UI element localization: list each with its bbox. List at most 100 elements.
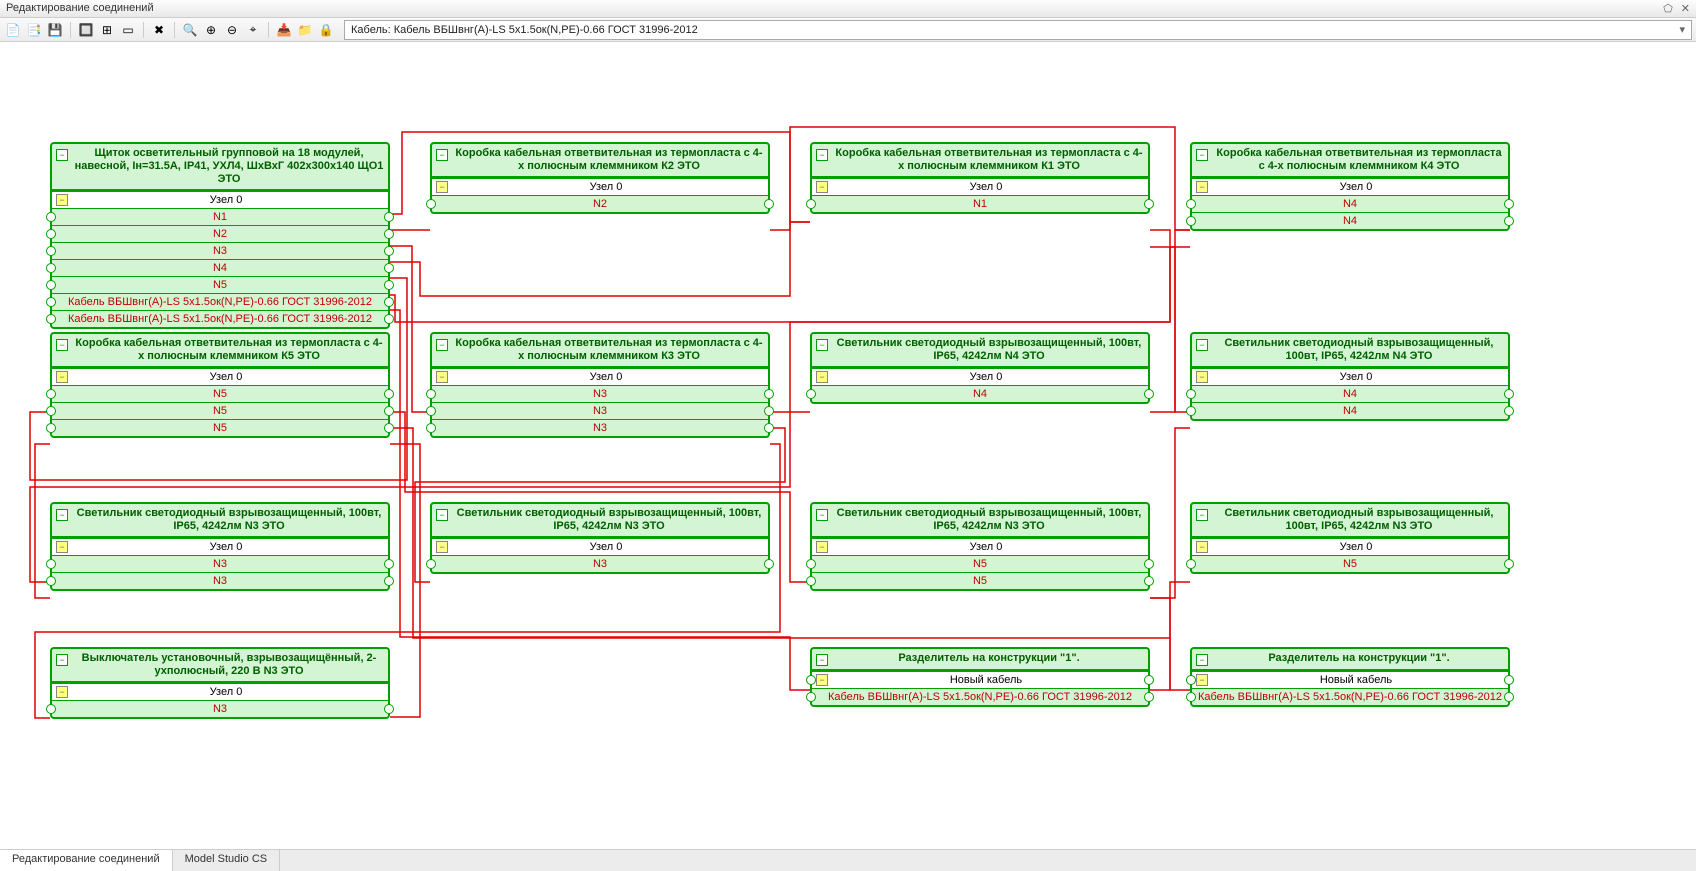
port[interactable] (1186, 675, 1196, 685)
port[interactable] (426, 423, 436, 433)
port[interactable] (806, 675, 816, 685)
pin-row[interactable]: N3 (52, 555, 388, 572)
diagram-canvas[interactable]: −Щиток осветительный групповой на 18 мод… (0, 42, 1696, 849)
expand-icon[interactable]: − (56, 194, 68, 206)
port[interactable] (426, 199, 436, 209)
pin-row[interactable]: N3 (432, 419, 768, 436)
pin-row[interactable]: N5 (812, 555, 1148, 572)
port[interactable] (384, 559, 394, 569)
port[interactable] (764, 406, 774, 416)
port[interactable] (384, 263, 394, 273)
expand-icon[interactable]: − (816, 674, 828, 686)
zoom-window-button[interactable]: ▭ (119, 21, 137, 39)
port[interactable] (46, 559, 56, 569)
port[interactable] (384, 704, 394, 714)
cable-row[interactable]: Кабель ВБШвнг(А)-LS 5x1.5ок(N,PE)-0.66 Г… (812, 688, 1148, 705)
collapse-icon[interactable]: − (436, 509, 448, 521)
expand-icon[interactable]: − (1196, 181, 1208, 193)
port[interactable] (1144, 559, 1154, 569)
port[interactable] (1186, 199, 1196, 209)
port[interactable] (46, 406, 56, 416)
port[interactable] (1504, 389, 1514, 399)
folder-button[interactable]: 📁 (296, 21, 314, 39)
pin-icon[interactable]: ⬠ (1663, 2, 1673, 15)
delete-button[interactable]: ✖ (150, 21, 168, 39)
expand-icon[interactable]: − (436, 181, 448, 193)
port[interactable] (1144, 692, 1154, 702)
collapse-icon[interactable]: − (56, 654, 68, 666)
pin-row[interactable]: N4 (1192, 195, 1508, 212)
port[interactable] (1504, 692, 1514, 702)
node-n4[interactable]: −Коробка кабельная ответвительная из тер… (1190, 142, 1510, 231)
port[interactable] (1504, 216, 1514, 226)
port[interactable] (1504, 559, 1514, 569)
expand-icon[interactable]: − (816, 181, 828, 193)
node-n13[interactable]: −Выключатель установочный, взрывозащищён… (50, 647, 390, 719)
node-n1[interactable]: −Щиток осветительный групповой на 18 мод… (50, 142, 390, 329)
pin-row[interactable]: N3 (432, 555, 768, 572)
port[interactable] (1186, 559, 1196, 569)
folder-in-button[interactable]: 📥 (275, 21, 293, 39)
close-icon[interactable]: ✕ (1681, 2, 1690, 15)
port[interactable] (1144, 576, 1154, 586)
expand-icon[interactable]: − (1196, 541, 1208, 553)
expand-icon[interactable]: − (436, 541, 448, 553)
port[interactable] (384, 423, 394, 433)
collapse-icon[interactable]: − (816, 654, 828, 666)
collapse-icon[interactable]: − (56, 509, 68, 521)
collapse-icon[interactable]: − (1196, 149, 1208, 161)
pin-row[interactable]: N4 (1192, 212, 1508, 229)
node-n14[interactable]: −Разделитель на конструкции "1".−Новый к… (810, 647, 1150, 707)
port[interactable] (384, 280, 394, 290)
cable-row[interactable]: Кабель ВБШвнг(А)-LS 5x1.5ок(N,PE)-0.66 Г… (52, 293, 388, 310)
pin-row[interactable]: N2 (52, 225, 388, 242)
port[interactable] (384, 212, 394, 222)
collapse-icon[interactable]: − (56, 149, 68, 161)
pin-row[interactable]: N1 (52, 208, 388, 225)
node-n11[interactable]: −Светильник светодиодный взрывозащищенны… (810, 502, 1150, 591)
pin-row[interactable]: N5 (52, 402, 388, 419)
port[interactable] (46, 246, 56, 256)
pin-row[interactable]: N3 (432, 402, 768, 419)
collapse-icon[interactable]: − (56, 339, 68, 351)
port[interactable] (806, 576, 816, 586)
port[interactable] (384, 406, 394, 416)
collapse-icon[interactable]: − (816, 149, 828, 161)
tab-modelstudio[interactable]: Model Studio CS (173, 850, 281, 871)
cable-row[interactable]: Кабель ВБШвнг(А)-LS 5x1.5ок(N,PE)-0.66 Г… (1192, 688, 1508, 705)
doc-new-button[interactable]: 📄 (4, 21, 22, 39)
port[interactable] (1144, 199, 1154, 209)
pin-row[interactable]: N3 (52, 572, 388, 589)
port[interactable] (46, 263, 56, 273)
port[interactable] (1186, 216, 1196, 226)
port[interactable] (1186, 692, 1196, 702)
pin-row[interactable]: N4 (52, 259, 388, 276)
find-prev-button[interactable]: 🔍 (181, 21, 199, 39)
zoom-fit-button[interactable]: ⊞ (98, 21, 116, 39)
port[interactable] (426, 389, 436, 399)
pin-row[interactable]: N5 (52, 419, 388, 436)
node-n6[interactable]: −Коробка кабельная ответвительная из тер… (430, 332, 770, 438)
pin-row[interactable]: N5 (52, 385, 388, 402)
pin-row[interactable]: N5 (1192, 555, 1508, 572)
port[interactable] (1186, 406, 1196, 416)
node-n10[interactable]: −Светильник светодиодный взрывозащищенны… (430, 502, 770, 574)
port[interactable] (46, 423, 56, 433)
expand-icon[interactable]: − (436, 371, 448, 383)
expand-icon[interactable]: − (1196, 371, 1208, 383)
collapse-icon[interactable]: − (816, 509, 828, 521)
collapse-icon[interactable]: − (436, 149, 448, 161)
save-button[interactable]: 💾 (46, 21, 64, 39)
port[interactable] (806, 559, 816, 569)
port[interactable] (46, 576, 56, 586)
zoom-area-button[interactable]: 🔲 (77, 21, 95, 39)
node-n2[interactable]: −Коробка кабельная ответвительная из тер… (430, 142, 770, 214)
port[interactable] (384, 297, 394, 307)
port[interactable] (806, 389, 816, 399)
pin-row[interactable]: N4 (1192, 385, 1508, 402)
zoom-out-button[interactable]: ⊖ (223, 21, 241, 39)
port[interactable] (1504, 675, 1514, 685)
tab-connections[interactable]: Редактирование соединений (0, 850, 173, 871)
port[interactable] (384, 576, 394, 586)
port[interactable] (426, 559, 436, 569)
